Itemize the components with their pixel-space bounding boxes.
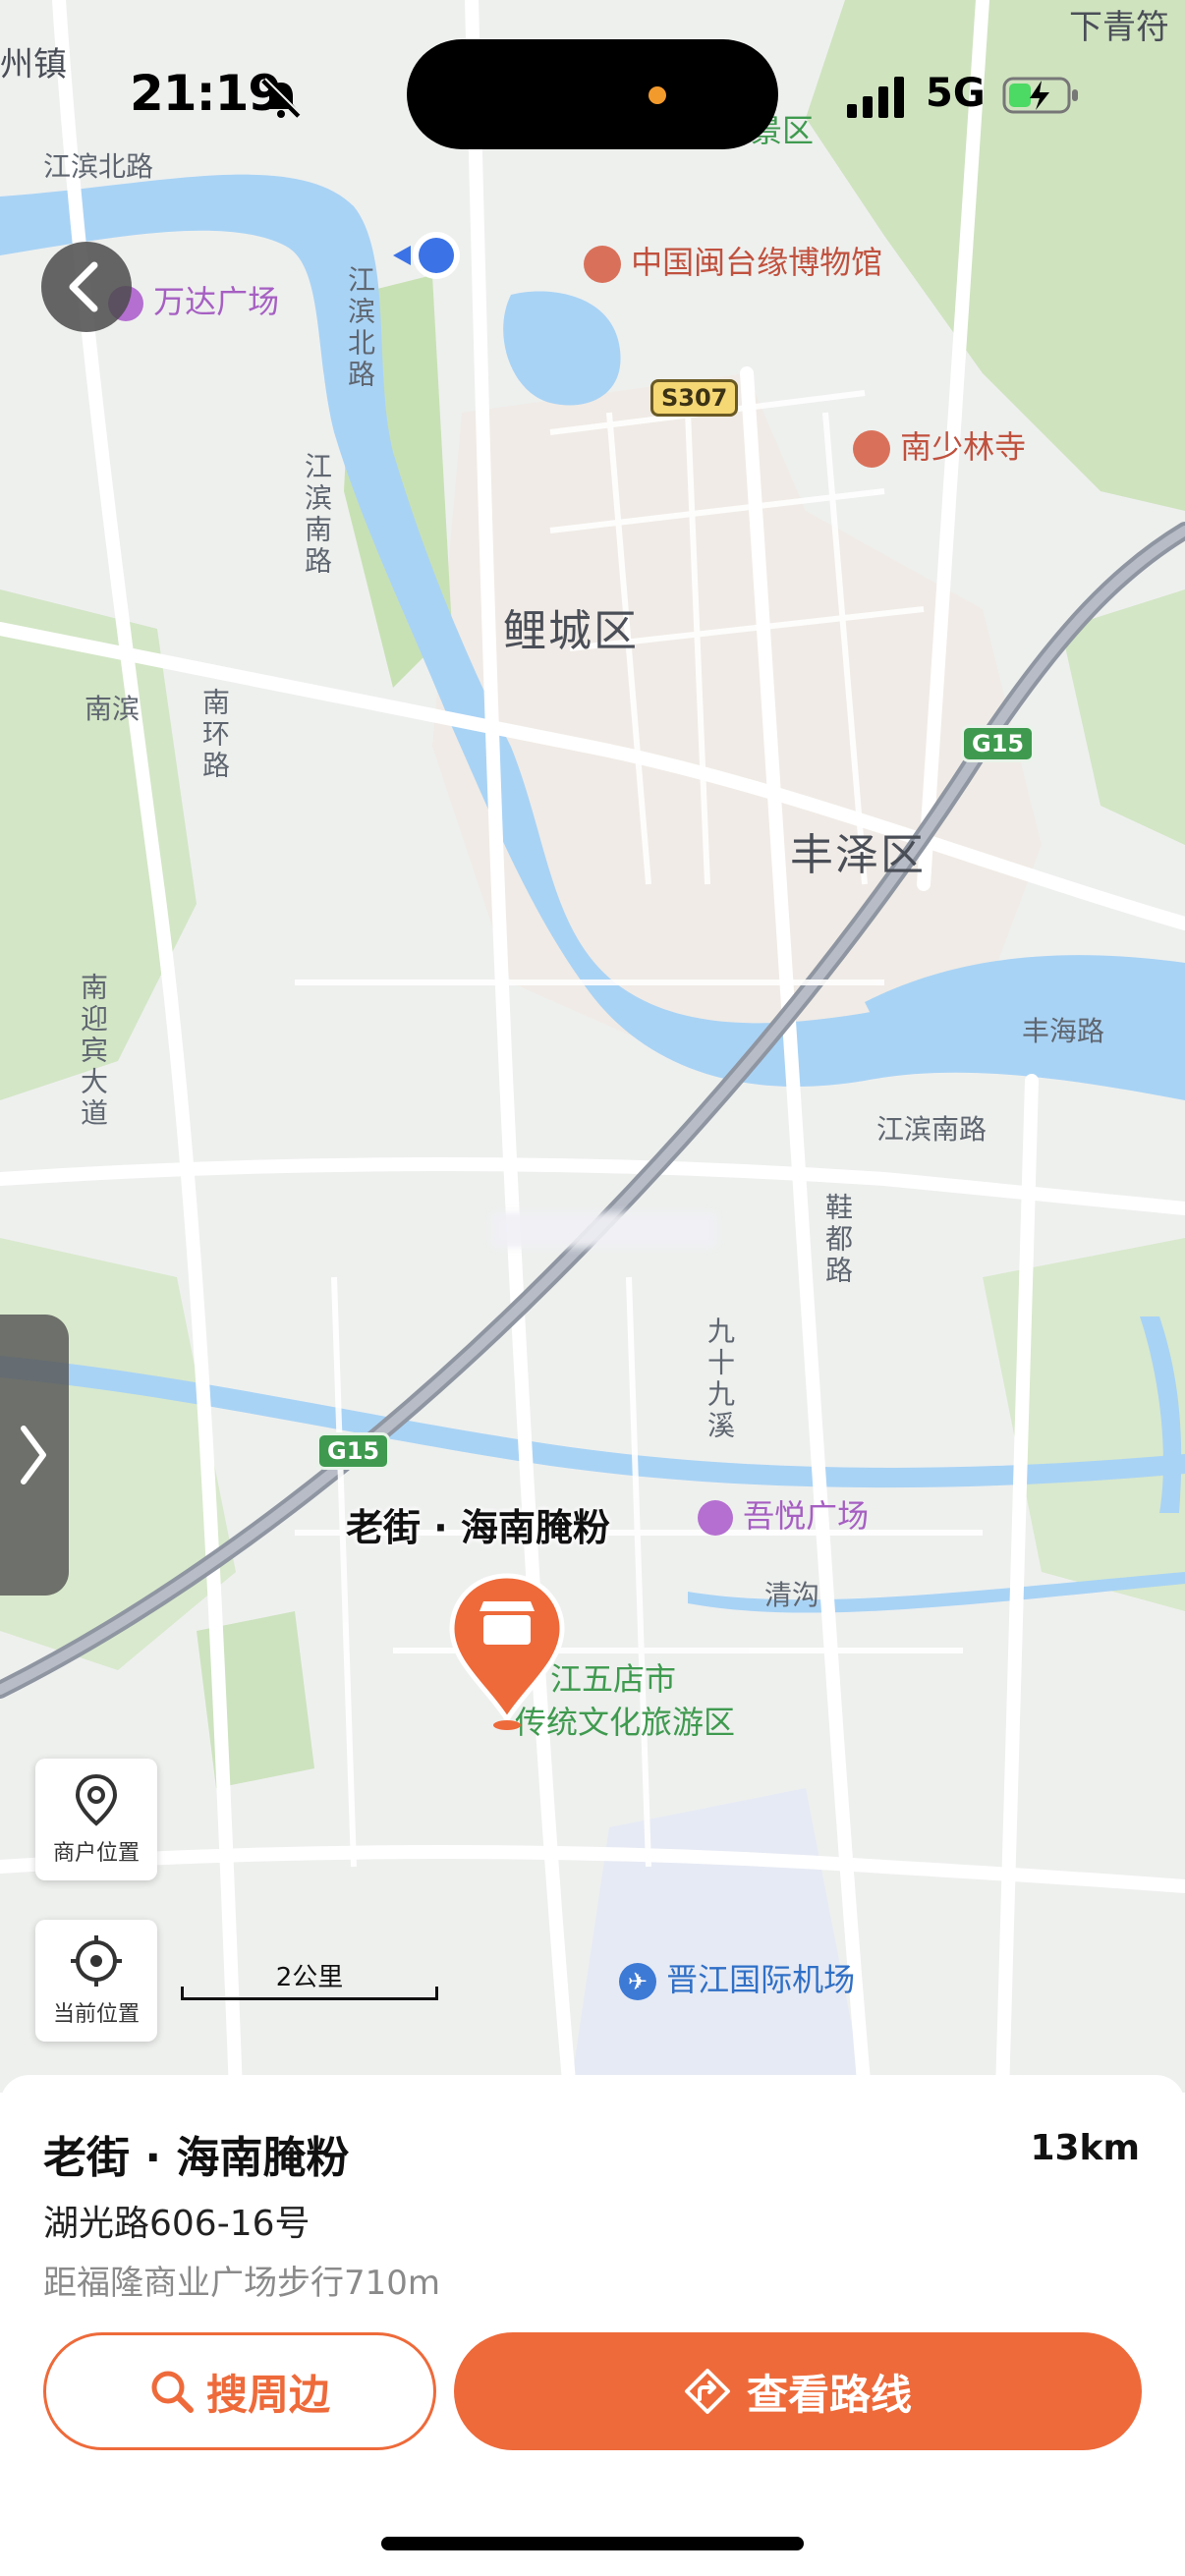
view-route-label: 查看路线 (746, 2370, 912, 2419)
battery-charging-icon (1002, 77, 1078, 114)
road-label: 丰海路 (1022, 1015, 1105, 1047)
dynamic-island (407, 39, 778, 149)
control-label: 当前位置 (52, 2002, 140, 2027)
road-label: 九十九溪 (704, 1316, 736, 1442)
poi-label: 晋江国际机场 (666, 1961, 856, 1998)
back-button[interactable] (41, 242, 132, 332)
shop-pin-label: 老街 · 海南腌粉 (346, 1506, 610, 1549)
control-label: 商户位置 (52, 1841, 140, 1866)
road-label: 南迎宾大道 (77, 973, 109, 1130)
highway-shield: G15 (316, 1432, 391, 1470)
district-label: 鲤城区 (503, 606, 639, 656)
side-drawer-tab[interactable] (0, 1315, 69, 1596)
crosshair-icon (71, 1935, 122, 1987)
scale-bar (181, 1987, 438, 2000)
place-label: 下青符 (1069, 8, 1169, 47)
poi-wanda[interactable]: 万达广场 (108, 277, 279, 322)
chevron-left-icon (69, 261, 98, 312)
highway-shield: G15 (961, 725, 1036, 762)
user-location-icon (393, 232, 460, 279)
chevron-right-icon (21, 1426, 46, 1484)
poi-label: 中国闽台缘博物馆 (631, 244, 883, 281)
shop-name: 老街 · 海南腌粉 (43, 2133, 350, 2183)
view-route-button[interactable]: 查看路线 (454, 2332, 1142, 2450)
network-type: 5G (926, 71, 986, 116)
district-label: 丰泽区 (790, 830, 926, 880)
poi-shaolin[interactable]: 南少林寺 (853, 422, 1026, 468)
road-label: 南环路 (198, 688, 231, 782)
road-label: 鞋都路 (821, 1193, 854, 1287)
airport-icon: ✈ (619, 1963, 656, 2000)
road-label: 江滨北路 (43, 150, 154, 183)
map-pin-icon (75, 1773, 118, 1826)
merchant-location-button[interactable]: 商户位置 (35, 1759, 157, 1880)
temple-icon (853, 430, 890, 468)
shop-address: 湖光路606-16号 (43, 2204, 310, 2244)
bottom-sheet: 老街 · 海南腌粉 13km 湖光路606-16号 距福隆商业广场步行710m … (0, 2075, 1185, 2576)
shop-pin-icon[interactable] (448, 1572, 566, 1731)
search-icon (151, 2371, 194, 2413)
poi-label: 南少林寺 (900, 428, 1027, 466)
distance: 13km (1030, 2128, 1140, 2168)
poi-wuyue[interactable]: 吾悦广场 (698, 1491, 869, 1537)
poi-label: 吾悦广场 (743, 1497, 870, 1535)
road-label: 江滨北路 (344, 265, 376, 391)
map-view[interactable]: 州镇 下青符 江滨北路 江滨北路 江滨南路 南环路 南滨 南迎宾大道 江滨南路 … (0, 0, 1185, 2093)
landmark-icon (584, 246, 621, 283)
route-icon (684, 2369, 730, 2414)
nearby-landmark: 距福隆商业广场步行710m (43, 2264, 441, 2303)
home-indicator[interactable] (381, 2537, 804, 2550)
poi-airport[interactable]: ✈ 晋江国际机场 (619, 1955, 855, 2000)
road-label: 南滨 (85, 693, 141, 725)
road-label: 江滨南路 (301, 452, 333, 578)
search-nearby-label: 搜周边 (205, 2370, 330, 2419)
search-nearby-button[interactable]: 搜周边 (43, 2332, 436, 2450)
highway-shield: S307 (650, 379, 739, 417)
road-label: 江滨南路 (876, 1113, 988, 1146)
bell-muted-icon (261, 78, 302, 118)
blurred-poi (491, 1212, 717, 1248)
mall-icon (698, 1500, 733, 1536)
poi-label[interactable]: 江五店市 (550, 1654, 676, 1700)
cellular-signal-icon (847, 77, 904, 118)
poi-museum[interactable]: 中国闽台缘博物馆 (584, 238, 882, 283)
privacy-indicator (649, 86, 666, 104)
map-scale: 2公里 (181, 1957, 438, 2000)
place-label: 州镇 (0, 45, 67, 84)
poi-label: 万达广场 (153, 283, 280, 320)
current-location-button[interactable]: 当前位置 (35, 1920, 157, 2042)
road-label: 清沟 (764, 1579, 820, 1611)
